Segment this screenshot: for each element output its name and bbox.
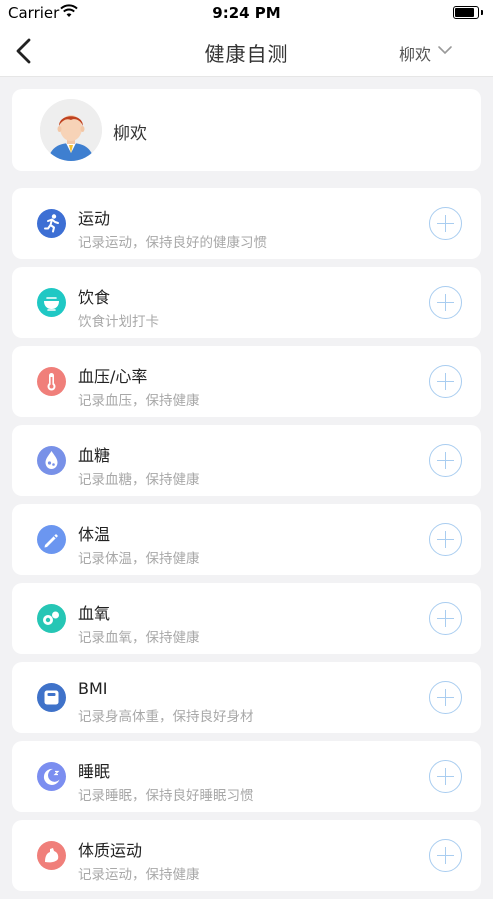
item-subtitle: 记录身高体重，保持良好身材 (78, 709, 254, 725)
item-title: BMI (78, 679, 108, 698)
temperature-stick-icon (37, 525, 66, 554)
user-name: 柳欢 (113, 124, 147, 144)
add-button[interactable] (429, 286, 462, 319)
list-item-physical-exercise[interactable]: 体质运动 记录运动，保持健康 (12, 820, 481, 891)
item-title: 血压/心率 (78, 367, 148, 386)
add-button[interactable] (429, 207, 462, 240)
add-button[interactable] (429, 444, 462, 477)
item-subtitle: 记录血氧，保持健康 (78, 630, 200, 646)
item-title: 血氧 (78, 604, 111, 623)
blood-drop-icon (37, 446, 66, 475)
item-subtitle: 记录血压，保持健康 (78, 393, 200, 409)
add-button[interactable] (429, 365, 462, 398)
thermometer-icon (37, 367, 66, 396)
user-switch-label[interactable]: 柳欢 (399, 41, 431, 65)
list-item-diet[interactable]: 饮食 饮食计划打卡 (12, 267, 481, 338)
user-card[interactable]: 柳欢 (12, 89, 481, 171)
list-item-bmi[interactable]: BMI 记录身高体重，保持良好身材 (12, 662, 481, 733)
list-item-body-temperature[interactable]: 体温 记录体温，保持健康 (12, 504, 481, 575)
moon-icon (37, 762, 66, 791)
status-bar: Carrier 9:24 PM (0, 0, 493, 26)
item-title: 血糖 (78, 446, 111, 465)
item-title: 饮食 (78, 288, 111, 307)
clock: 9:24 PM (212, 4, 281, 22)
item-subtitle: 饮食计划打卡 (78, 314, 159, 330)
battery-icon (453, 6, 483, 19)
avatar (40, 99, 102, 161)
oxygen-icon (37, 604, 66, 633)
item-title: 运动 (78, 209, 111, 228)
chevron-down-icon[interactable] (437, 43, 453, 57)
item-subtitle: 记录运动，保持健康 (78, 867, 200, 883)
avatar-image (40, 99, 102, 161)
item-subtitle: 记录睡眠，保持良好睡眠习惯 (78, 788, 254, 804)
item-subtitle: 记录运动，保持良好的健康习惯 (78, 235, 267, 251)
add-button[interactable] (429, 681, 462, 714)
item-title: 睡眠 (78, 762, 111, 781)
add-button[interactable] (429, 839, 462, 872)
item-subtitle: 记录血糖，保持健康 (78, 472, 200, 488)
list-item-blood-oxygen[interactable]: 血氧 记录血氧，保持健康 (12, 583, 481, 654)
list-item-blood-sugar[interactable]: 血糖 记录血糖，保持健康 (12, 425, 481, 496)
muscle-icon (37, 841, 66, 870)
food-bowl-icon (37, 288, 66, 317)
list-item-sleep[interactable]: 睡眠 记录睡眠，保持良好睡眠习惯 (12, 741, 481, 812)
item-title: 体质运动 (78, 841, 143, 860)
health-test-list: 运动 记录运动，保持良好的健康习惯 饮食 饮食计划打卡 血压/心率 记录血压，保… (12, 188, 481, 899)
item-subtitle: 记录体温，保持健康 (78, 551, 200, 567)
list-item-exercise[interactable]: 运动 记录运动，保持良好的健康习惯 (12, 188, 481, 259)
item-title: 体温 (78, 525, 111, 544)
add-button[interactable] (429, 760, 462, 793)
add-button[interactable] (429, 523, 462, 556)
nav-bar: 健康自测 柳欢 (0, 26, 493, 77)
list-item-blood-pressure[interactable]: 血压/心率 记录血压，保持健康 (12, 346, 481, 417)
scale-icon (37, 683, 66, 712)
add-button[interactable] (429, 602, 462, 635)
running-icon (37, 209, 66, 238)
